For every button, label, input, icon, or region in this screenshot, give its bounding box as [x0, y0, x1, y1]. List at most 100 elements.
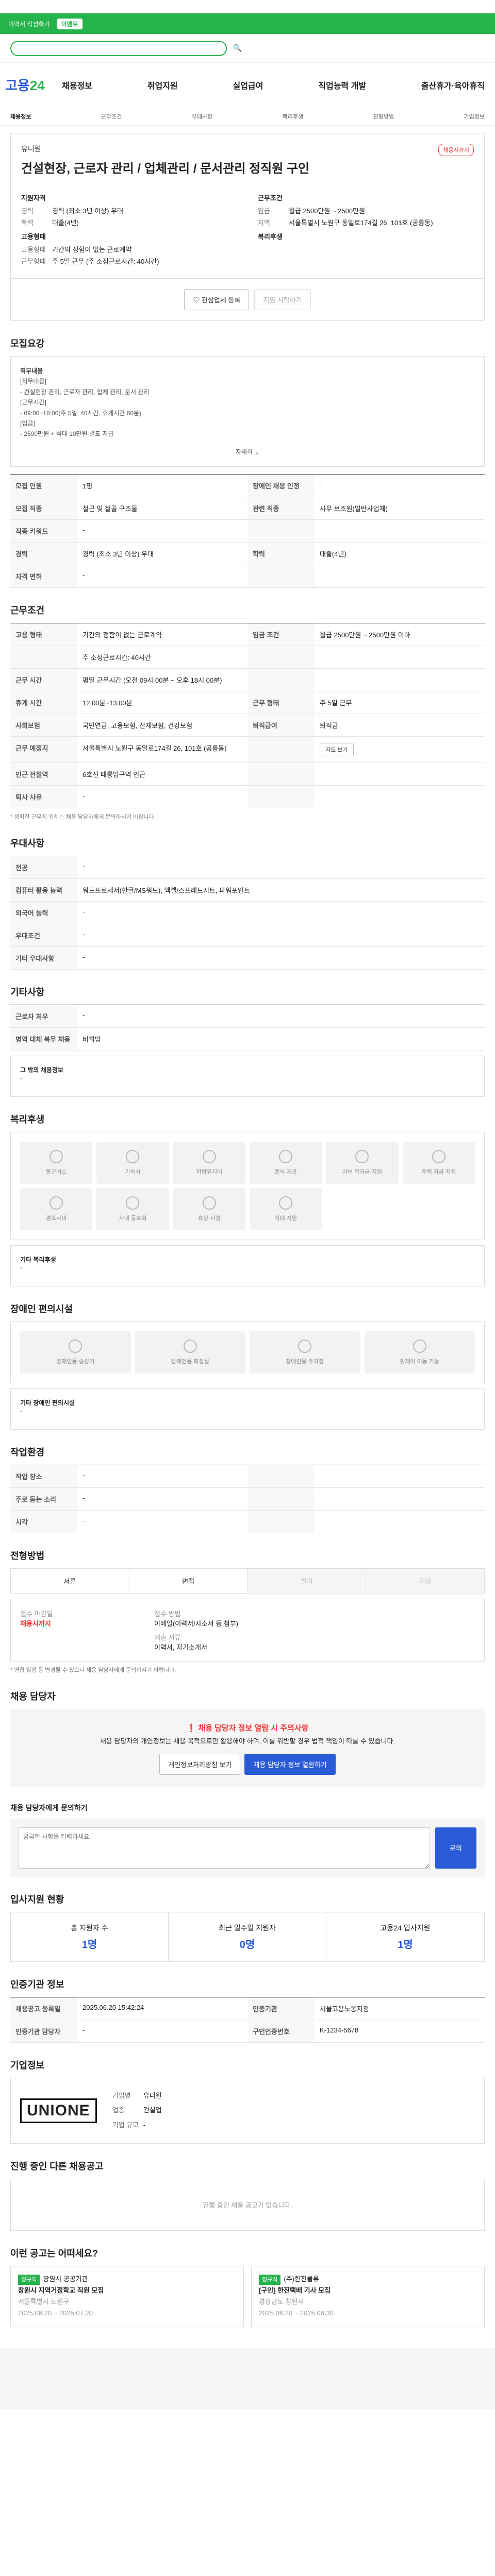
summary-heading: 복리후생 — [258, 233, 283, 241]
bus-icon — [50, 1150, 63, 1164]
kv-key: 업종 — [112, 2106, 125, 2114]
card-place: 경상남도 창원시 — [259, 2298, 304, 2306]
apply-button[interactable]: 지원 시작하기 — [254, 289, 311, 310]
conditions-table: 고용 형태 기간의 정함이 없는 근로계약 임금 조건 월급 2500만원 ~ 250… — [10, 623, 485, 809]
summary-left: 지원자격 경력 경력 (최소 3년 이상) 우대 학력 대졸(4년) 고용형태 고용… — [21, 189, 237, 268]
card-date: 2025.06.20 ~ 2025.07.20 — [18, 2309, 93, 2317]
search-icon[interactable]: 🔍 — [233, 44, 242, 53]
cell-key — [248, 520, 315, 543]
cell-value: - — [77, 902, 485, 925]
welfare-tile: 기숙사 — [96, 1142, 169, 1184]
kv-value: 주 5일 근무 (주 소정근로시간: 40시간) — [52, 258, 159, 265]
company-box: UNIONE 기업명 유니원 업종 건설업 기업 규모 - — [10, 2077, 485, 2144]
site-logo[interactable]: 고용24 — [5, 75, 62, 94]
cell-key — [248, 763, 315, 786]
cell-value: - — [77, 856, 485, 879]
stat-item: 고용24 입사지원 1명 — [326, 1912, 484, 1961]
gnb-item-leave[interactable]: 출산휴가·육아휴직 — [421, 79, 485, 91]
gnb-item-support[interactable]: 취업지원 — [147, 79, 178, 91]
stat-label: 총 지원자 수 — [71, 1923, 108, 1932]
map-button[interactable]: 지도 보기 — [320, 743, 354, 757]
cell-key: 외국어 능력 — [10, 902, 77, 925]
welfare-extra-value: - — [20, 1264, 22, 1272]
kv-value: 월급 2500만원 ~ 2500만원 — [289, 207, 366, 215]
cell-value: 주 소정근로시간: 40시간 — [77, 646, 248, 669]
global-nav: 고용24 채용정보 취업지원 실업급여 직업능력 개발 출산휴가·육아휴직 — [0, 63, 495, 107]
desc-line: [직무내용] — [20, 378, 46, 385]
conditions-section: 근무조건 고용 형태 기간의 정함이 없는 근로계약 임금 조건 월급 2500만원 … — [10, 603, 485, 821]
disability-extra-value: - — [20, 1407, 22, 1415]
tab-written[interactable]: 필기 — [248, 1569, 367, 1594]
cell-key: 근무 예정지 — [10, 737, 77, 764]
subnav-item[interactable]: 전형방법 — [373, 112, 394, 121]
section-title: 입사지원 현황 — [10, 1894, 64, 1905]
cell-value: - — [315, 474, 485, 498]
subnav-current[interactable]: 채용정보 — [10, 112, 31, 121]
stat-number: 0명 — [239, 1939, 255, 1951]
promo-bar[interactable]: 이력서 작성하기 이벤트 — [0, 13, 495, 34]
search-input[interactable] — [10, 40, 227, 56]
company-name[interactable]: 유니원 — [21, 144, 474, 154]
docs-label: 제출 서류 — [154, 1634, 181, 1642]
view-contact-button[interactable]: 채용 담당자 정보 열람하기 — [244, 1753, 336, 1775]
welfare-tile: 중식 제공 — [249, 1142, 322, 1184]
section-title: 장애인 편의시설 — [10, 1304, 73, 1315]
tab-document[interactable]: 서류 — [11, 1569, 129, 1594]
process-tabs: 서류 면접 필기 기타 — [10, 1568, 485, 1594]
cell-value — [315, 520, 485, 543]
card-company: 창원시 공공기관 — [43, 2275, 88, 2283]
gnb-item-benefit[interactable]: 실업급여 — [233, 79, 263, 91]
recommend-card[interactable]: 정규직 (주)한진물류 [구인] 한진택배 기사 모집 경상남도 창원시 2025… — [251, 2265, 485, 2327]
cell-key — [248, 669, 315, 692]
gnb-item-training[interactable]: 직업능력 개발 — [318, 79, 366, 91]
disability-tiles: 장애인용 승강기 장애인용 화장실 장애인용 주차장 휠체어 이동 가능 — [20, 1331, 475, 1374]
cell-key: 채용공고 등록일 — [10, 1997, 77, 2020]
tab-interview[interactable]: 면접 — [129, 1569, 248, 1594]
cell-value — [315, 763, 485, 786]
wheelchair-icon — [412, 1340, 426, 1353]
qna-textarea[interactable] — [19, 1827, 430, 1869]
cell-key: 휴게 시간 — [10, 691, 77, 715]
gnb-item-jobs[interactable]: 채용정보 — [62, 79, 92, 91]
subnav-item[interactable]: 복리후생 — [283, 112, 303, 121]
save-company-button[interactable]: ♡ 관심업체 등록 — [184, 289, 250, 310]
company-logo: UNIONE — [20, 2098, 97, 2123]
kv-value: 기간의 정함이 없는 근로계약 — [52, 246, 132, 253]
cell-key: 퇴사 사유 — [10, 786, 77, 809]
section-title: 작업환경 — [10, 1447, 45, 1458]
cell-value: 퇴직금 — [315, 714, 485, 737]
more-link[interactable]: 자세히 — [236, 448, 253, 455]
school-icon — [355, 1150, 369, 1164]
process-section: 전형방법 서류 면접 필기 기타 접수 마감일 채용시까지 접수 방법 이메일(… — [10, 1549, 485, 1674]
cell-key — [248, 646, 315, 669]
subnav-item[interactable]: 우대사항 — [192, 112, 212, 121]
welfare-box: 통근버스 기숙사 차량유지비 중식 제공 자녀 학자금 지원 주택 자금 지원 … — [10, 1132, 485, 1241]
disability-tile: 장애인용 화장실 — [135, 1331, 245, 1374]
cell-value: - — [77, 520, 248, 543]
privacy-button[interactable]: 개인정보처리방침 보기 — [159, 1753, 241, 1775]
welfare-extra-label: 기타 복리후생 — [20, 1256, 56, 1264]
stat-item: 최근 일주일 지원자 0명 — [169, 1912, 326, 1961]
subnav-right[interactable]: 기업정보 — [464, 112, 484, 121]
cell-value: - — [77, 1511, 248, 1534]
registration-table: 채용공고 등록일 2025.06.20 15:42:24 인증기관 서울고용노동지청 … — [10, 1996, 485, 2043]
company-info: 기업명 유니원 업종 건설업 기업 규모 - — [112, 2088, 162, 2134]
desc-line: - 09:00~18:00(주 5일, 40시간, 휴게시간 60분) — [20, 409, 142, 417]
recommend-card[interactable]: 정규직 창원시 공공기관 창원시 지역거점학교 직원 모집 서울특별시 노원구 2… — [10, 2265, 244, 2327]
promo-pill[interactable]: 이벤트 — [57, 18, 82, 29]
cell-key: 모집 직종 — [10, 497, 77, 520]
stat-number: 1명 — [81, 1939, 97, 1951]
elevator-icon — [69, 1340, 82, 1353]
cell-value: - — [77, 1005, 485, 1028]
cell-key — [10, 646, 77, 669]
qna-submit-button[interactable]: 문의 — [435, 1827, 476, 1869]
cell-key: 근무 형태 — [248, 691, 315, 715]
cell-value — [315, 669, 485, 692]
subnav-item[interactable]: 근무조건 — [101, 112, 122, 121]
cell-value: - — [77, 1488, 248, 1511]
similar-empty: 진행 중인 채용 공고가 없습니다. — [10, 2178, 485, 2231]
tab-other[interactable]: 기타 — [366, 1569, 484, 1594]
cell-value: 1명 — [77, 474, 248, 498]
disability-section: 장애인 편의시설 장애인용 승강기 장애인용 화장실 장애인용 주차장 휠체어 … — [10, 1302, 485, 1430]
top-utility-bar — [0, 0, 495, 13]
